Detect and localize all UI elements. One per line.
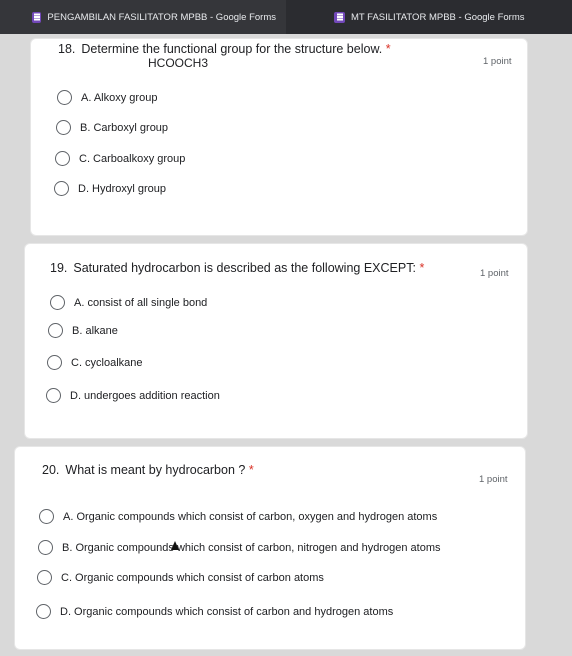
radio-button[interactable] [48, 323, 63, 338]
radio-button[interactable] [47, 355, 62, 370]
option-label: D. Hydroxyl group [78, 182, 167, 195]
option-radio[interactable]: A. Organic compounds which consist of ca… [39, 509, 437, 524]
required-asterisk: * [419, 261, 425, 275]
radio-button[interactable] [39, 509, 54, 524]
tab-title: MT FASILITATOR MPBB - Google Forms [351, 11, 525, 23]
google-forms-icon [32, 11, 42, 23]
required-asterisk: * [385, 42, 391, 56]
option-label: D. Organic compounds which consist of ca… [60, 605, 394, 618]
radio-button[interactable] [56, 120, 71, 135]
question-points: 1 point [483, 56, 512, 67]
required-asterisk: * [248, 463, 254, 477]
option-radio[interactable]: B. Carboxyl group [56, 120, 168, 135]
option-label: A. Organic compounds which consist of ca… [63, 510, 438, 523]
option-label: B. Carboxyl group [80, 121, 169, 134]
option-label: A. consist of all single bond [74, 296, 208, 309]
option-label: D. undergoes addition reaction [70, 389, 220, 402]
radio-button[interactable] [37, 570, 52, 585]
option-label: A. Alkoxy group [81, 91, 158, 104]
browser-tab-pengambilan[interactable]: PENGAMBILAN FASILITATOR MPBB - Google Fo… [0, 0, 286, 34]
option-label: B. Organic compounds which consist of ca… [62, 541, 441, 554]
browser-tab-mt-fasilitator[interactable]: MT FASILITATOR MPBB - Google Forms [286, 0, 572, 34]
radio-button[interactable] [46, 388, 61, 403]
radio-button[interactable] [38, 540, 53, 555]
option-radio[interactable]: B. Organic compounds which consist of ca… [38, 540, 441, 555]
option-radio[interactable]: D. Organic compounds which consist of ca… [36, 604, 393, 619]
option-radio[interactable]: B. alkane [48, 323, 118, 338]
option-label: C. cycloalkane [71, 356, 143, 369]
option-label: C. Carboalkoxy group [79, 152, 186, 165]
option-radio[interactable]: C. cycloalkane [47, 355, 143, 370]
browser-tab-bar: PENGAMBILAN FASILITATOR MPBB - Google Fo… [0, 0, 572, 34]
mouse-cursor-icon [171, 541, 179, 550]
radio-button[interactable] [36, 604, 51, 619]
option-radio[interactable]: A. consist of all single bond [50, 295, 207, 310]
option-label: C. Organic compounds which consist of ca… [61, 571, 324, 584]
radio-button[interactable] [50, 295, 65, 310]
question-card-18 [30, 38, 528, 236]
radio-button[interactable] [57, 90, 72, 105]
option-radio[interactable]: C. Carboalkoxy group [55, 151, 185, 166]
option-label: B. alkane [72, 324, 118, 337]
tab-title: PENGAMBILAN FASILITATOR MPBB - Google Fo… [47, 11, 276, 23]
option-radio[interactable]: D. Hydroxyl group [54, 181, 166, 196]
question-subtext: HCOOCH3 [148, 56, 209, 70]
google-forms-icon [334, 11, 345, 23]
question-points: 1 point [479, 474, 508, 485]
option-radio[interactable]: A. Alkoxy group [57, 90, 157, 105]
question-points: 1 point [480, 268, 509, 279]
question-title: 19. Saturated hydrocarbon is described as… [50, 261, 425, 275]
radio-button[interactable] [54, 181, 69, 196]
radio-button[interactable] [55, 151, 70, 166]
question-title: 18. Determine the functional group for th… [58, 42, 391, 56]
option-radio[interactable]: C. Organic compounds which consist of ca… [37, 570, 324, 585]
question-title: 20. What is meant by hydrocarbon ? * [42, 463, 254, 477]
option-radio[interactable]: D. undergoes addition reaction [46, 388, 220, 403]
